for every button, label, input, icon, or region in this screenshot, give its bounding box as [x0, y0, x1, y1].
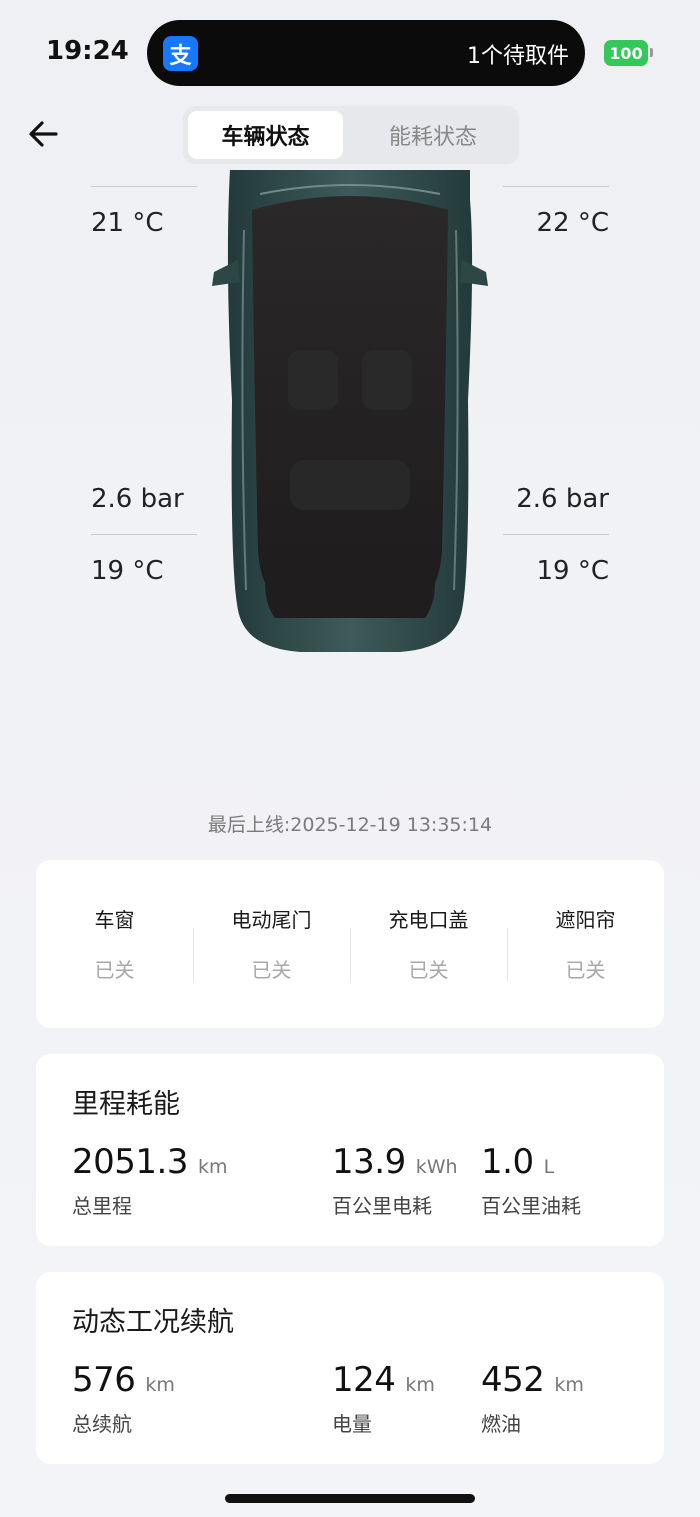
tab-vehicle-status[interactable]: 车辆状态: [188, 111, 343, 159]
tire-divider-rr: [503, 534, 609, 535]
metric-label: 电量: [332, 1412, 372, 1436]
metric-elec-consumption: 13.9 kWh 百公里电耗: [332, 1142, 458, 1219]
metric-value: 576: [72, 1360, 136, 1400]
metric-elec-range: 124 km 电量: [332, 1360, 435, 1437]
tire-divider-fl-top: [91, 186, 197, 187]
tire-temp-rear-left: 19 °C: [91, 556, 164, 586]
alipay-app-icon: 支: [163, 36, 198, 71]
range-card: 动态工况续航 576 km 总续航 124 km 电量 452 km 燃油: [36, 1272, 664, 1464]
closure-value: 已关: [408, 958, 449, 982]
closure-item-window: 车窗 已关: [36, 860, 193, 1028]
island-pickup-text: 1个待取件: [467, 44, 569, 69]
last-online-text: 最后上线:2025-12-19 13:35:14: [207, 814, 493, 836]
closure-value: 已关: [565, 958, 606, 982]
metric-value: 124: [332, 1360, 396, 1400]
metric-fuel-consumption: 1.0 L 百公里油耗: [481, 1142, 581, 1219]
arrow-left-icon: [29, 121, 58, 147]
dynamic-island[interactable]: 支 1个待取件: [147, 20, 585, 86]
closure-item-tailgate: 电动尾门 已关: [193, 860, 350, 1028]
tab-energy-status[interactable]: 能耗状态: [353, 111, 513, 159]
mileage-card: 里程耗能 2051.3 km 总里程 13.9 kWh 百公里电耗 1.0 L 百公里…: [36, 1054, 664, 1246]
closure-value: 已关: [251, 958, 292, 982]
range-title: 动态工况续航: [72, 1307, 234, 1338]
closure-label: 充电口盖: [388, 908, 469, 932]
tire-temp-front-left: 21 °C: [91, 208, 164, 238]
tire-divider-rl: [91, 534, 197, 535]
metric-label: 总里程: [72, 1194, 132, 1218]
metric-label: 百公里油耗: [481, 1194, 581, 1218]
metric-unit: km: [405, 1374, 435, 1396]
car-topview-image: [212, 170, 488, 652]
metric-total-mileage: 2051.3 km 总里程: [72, 1142, 227, 1219]
tire-divider-fr-top: [503, 186, 609, 187]
battery-icon: 100: [604, 40, 648, 66]
metric-total-range: 576 km 总续航: [72, 1360, 175, 1437]
metric-unit: kWh: [415, 1156, 458, 1178]
closure-label: 遮阳帘: [555, 908, 616, 932]
mileage-title: 里程耗能: [72, 1089, 180, 1120]
metric-unit: L: [543, 1156, 555, 1178]
closures-card: 车窗 已关 电动尾门 已关 充电口盖 已关 遮阳帘 已关: [36, 860, 664, 1028]
status-segmented-control: 车辆状态 能耗状态: [183, 106, 519, 164]
home-indicator[interactable]: [225, 1494, 475, 1503]
metric-fuel-range: 452 km 燃油: [481, 1360, 584, 1437]
metric-value: 1.0: [481, 1142, 534, 1182]
metric-value: 452: [481, 1360, 545, 1400]
metric-value: 13.9: [332, 1142, 406, 1182]
metric-unit: km: [197, 1156, 228, 1178]
tire-pressure-rear-right: 2.6 bar: [516, 484, 609, 514]
tire-temp-front-right: 22 °C: [536, 208, 609, 238]
status-time: 19:24: [46, 36, 129, 66]
closure-item-sunshade: 遮阳帘 已关: [507, 860, 664, 1028]
closure-label: 电动尾门: [231, 908, 312, 932]
metric-unit: km: [554, 1374, 584, 1396]
metric-value: 2051.3: [72, 1142, 188, 1182]
tire-pressure-rear-left: 2.6 bar: [91, 484, 184, 514]
metric-label: 百公里电耗: [332, 1194, 432, 1218]
closure-value: 已关: [94, 958, 135, 982]
back-button[interactable]: [24, 114, 64, 154]
metric-label: 总续航: [72, 1412, 132, 1436]
metric-unit: km: [145, 1374, 175, 1396]
metric-label: 燃油: [481, 1412, 521, 1436]
closure-label: 车窗: [94, 908, 135, 932]
closure-item-charge-port: 充电口盖 已关: [350, 860, 507, 1028]
battery-tip: [650, 48, 653, 57]
tire-temp-rear-right: 19 °C: [536, 556, 609, 586]
